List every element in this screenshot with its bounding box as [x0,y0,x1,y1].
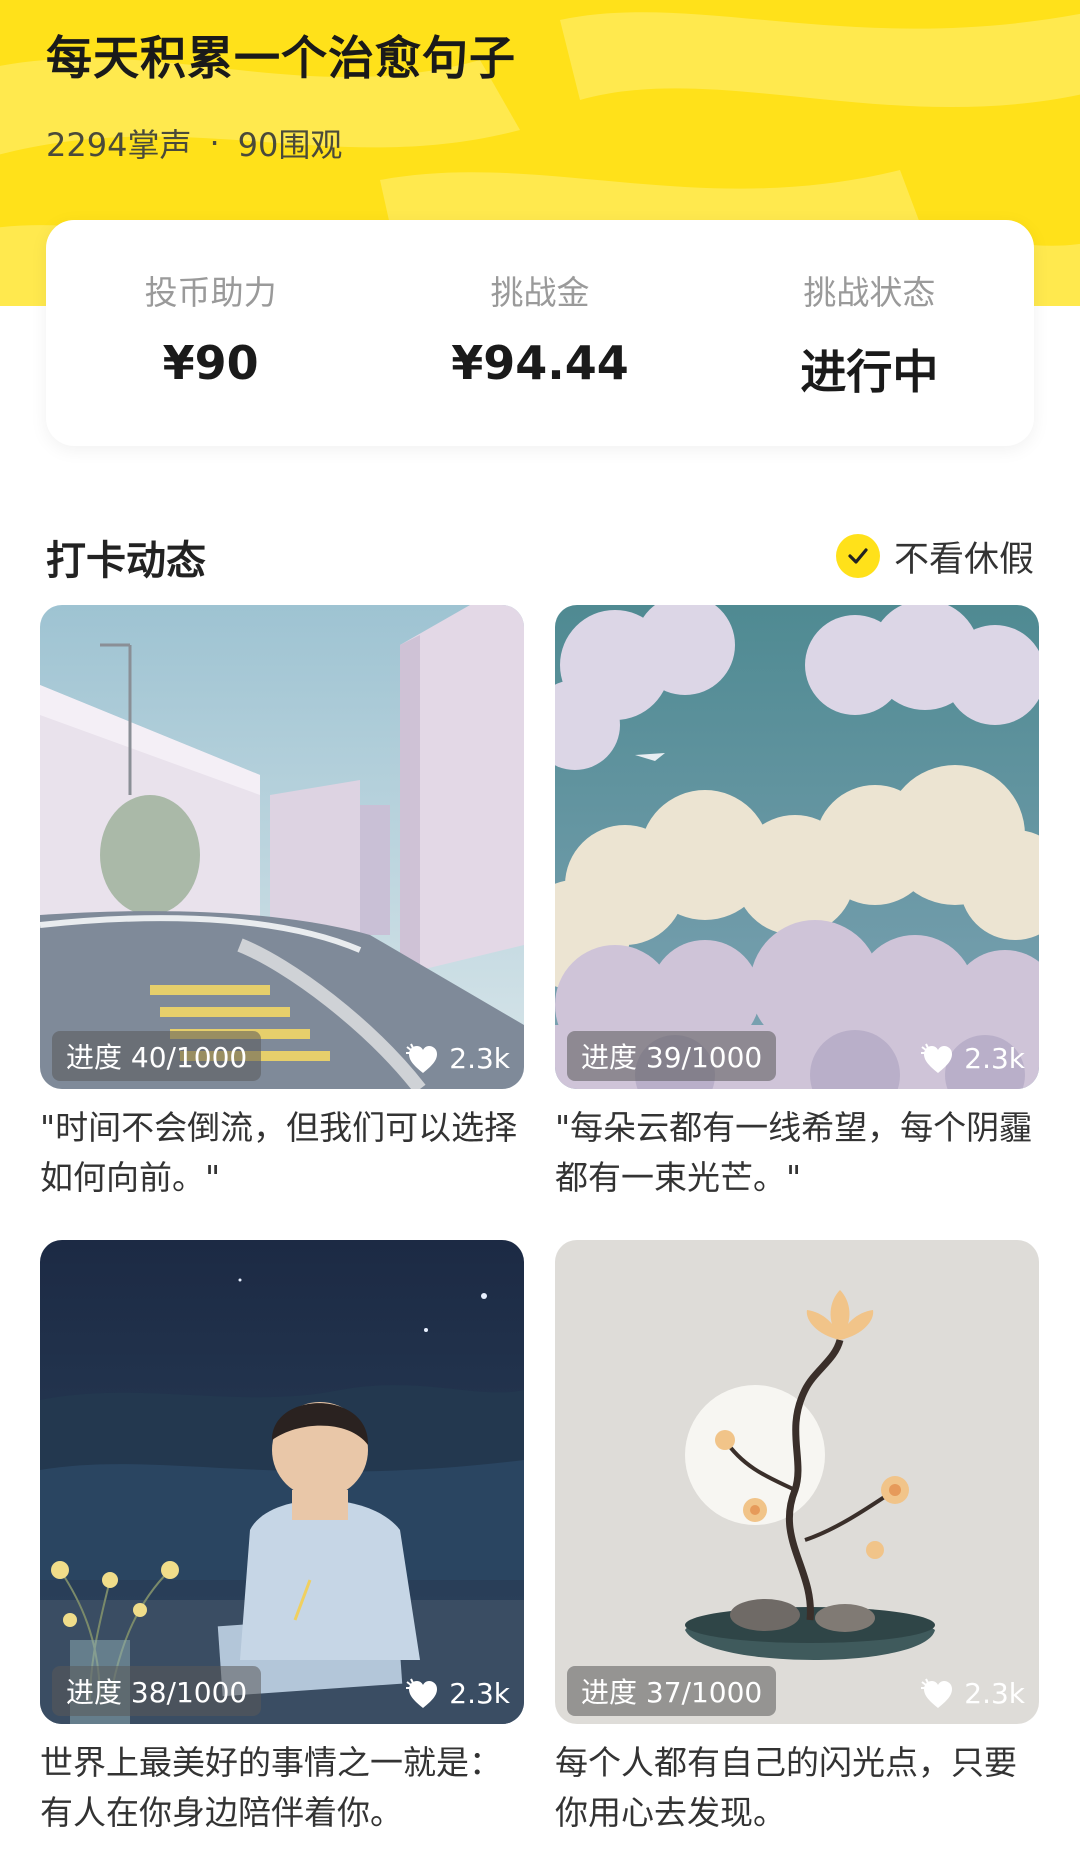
stat-label: 挑战金 [490,273,590,312]
likes-count: 2.3k [449,1677,510,1710]
page: 每天积累一个治愈句子 2294掌声 · 90围观 投币助力 ¥90 挑战金 ¥9… [0,0,1080,1851]
view-count: 90围观 [237,126,343,164]
likes-counter[interactable]: 2.3k [405,1677,510,1710]
checkin-card[interactable]: 进度 40/1000 2.3k "时间不会倒流，但我们可以选择如何向前。" [40,605,524,1203]
stat-challenge-status[interactable]: 挑战状态 进行中 [705,220,1034,446]
clouds-sky-illustration [555,605,1039,1089]
card-image[interactable]: 进度 38/1000 2.3k [40,1240,524,1724]
clap-heart-icon [405,1043,441,1075]
boy-writing-night-illustration [40,1240,524,1724]
checkmark-icon[interactable] [835,534,880,578]
card-caption: 每个人都有自己的闪光点，只要你用心去发现。 [555,1743,1017,1832]
likes-count: 2.3k [964,1677,1025,1710]
challenge-meta: 2294掌声 · 90围观 [46,120,342,166]
meta-separator: · [209,124,220,162]
card-caption: 世界上最美好的事情之一就是：有人在你身边陪伴着你。 [40,1743,502,1832]
card-caption: "每朵云都有一线希望，每个阴霾都有一束光芒。" [555,1108,1033,1197]
stat-coin-support[interactable]: 投币助力 ¥90 [46,220,375,446]
checkin-card[interactable]: 进度 37/1000 2.3k 每个人都有自己的闪光点，只要你用心去发现。 [555,1240,1039,1838]
clap-heart-icon [920,1678,956,1710]
applause-count: 2294掌声 [46,126,192,164]
checkin-card[interactable]: 进度 39/1000 2.3k "每朵云都有一线希望，每个阴霾都有一束光芒。" [555,605,1039,1203]
progress-badge: 进度 40/1000 [52,1031,262,1081]
filter-label: 不看休假 [893,539,1034,580]
stat-value: 进行中 [800,345,939,399]
progress-badge: 进度 39/1000 [567,1031,777,1081]
stat-label: 挑战状态 [803,273,936,312]
road-city-illustration [40,605,524,1089]
clap-heart-icon [405,1678,441,1710]
stat-challenge-money[interactable]: 挑战金 ¥94.44 [375,220,704,446]
stat-label: 投币助力 [144,273,277,312]
lotus-bonsai-illustration [555,1240,1039,1724]
section-title: 打卡动态 [46,538,206,584]
stats-card: 投币助力 ¥90 挑战金 ¥94.44 挑战状态 进行中 [46,220,1034,446]
checkin-card[interactable]: 进度 38/1000 2.3k 世界上最美好的事情之一就是：有人在你身边陪伴着你… [40,1240,524,1838]
stat-value: ¥90 [162,336,259,390]
likes-counter[interactable]: 2.3k [920,1042,1025,1075]
progress-badge: 进度 38/1000 [52,1666,262,1716]
progress-badge: 进度 37/1000 [567,1666,777,1716]
card-caption: "时间不会倒流，但我们可以选择如何向前。" [40,1108,518,1197]
likes-counter[interactable]: 2.3k [405,1042,510,1075]
likes-counter[interactable]: 2.3k [920,1677,1025,1710]
card-image[interactable]: 进度 39/1000 2.3k [555,605,1039,1089]
page-title: 每天积累一个治愈句子 [46,31,516,85]
card-image[interactable]: 进度 40/1000 2.3k [40,605,524,1089]
likes-count: 2.3k [964,1042,1025,1075]
likes-count: 2.3k [449,1042,510,1075]
hide-vacation-toggle[interactable]: 不看休假 [835,528,1034,584]
clap-heart-icon [920,1043,956,1075]
stat-value: ¥94.44 [451,336,629,390]
card-image[interactable]: 进度 37/1000 2.3k [555,1240,1039,1724]
